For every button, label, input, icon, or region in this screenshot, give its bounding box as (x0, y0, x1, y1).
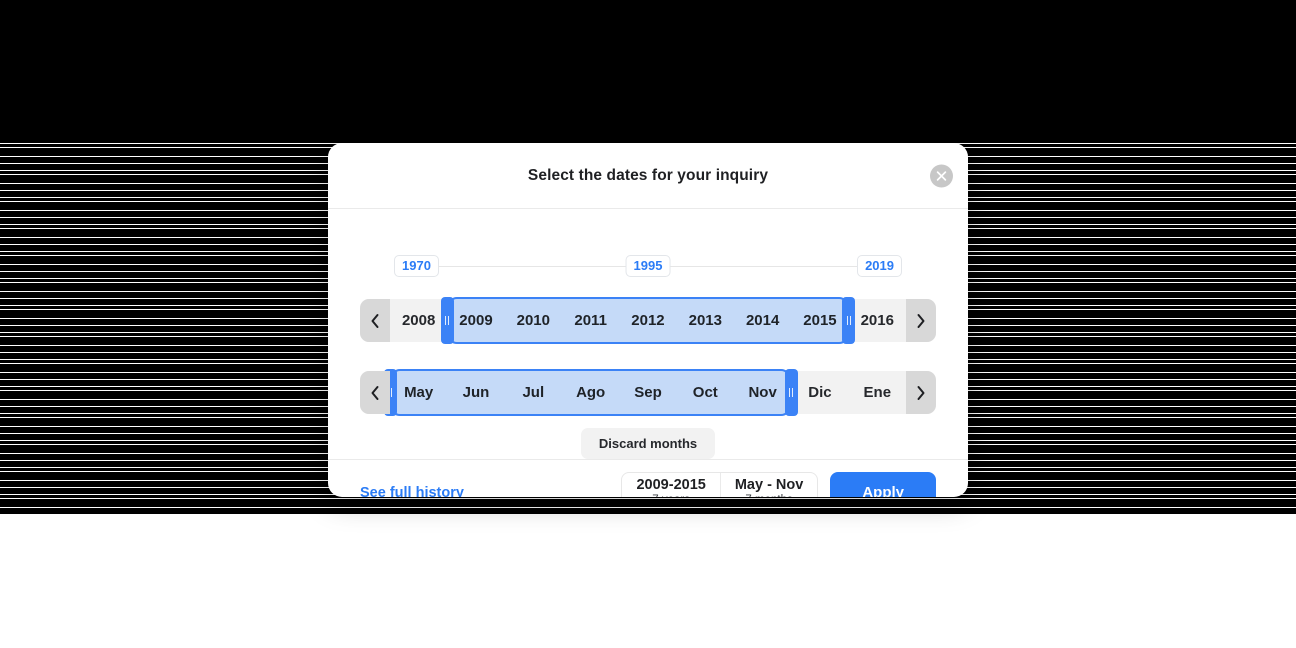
discard-months-row: Discard months (360, 428, 936, 459)
year-cell[interactable]: 2010 (505, 299, 562, 342)
close-icon (936, 170, 947, 181)
summary-months-range: May - Nov (734, 476, 804, 493)
page-title: Select the dates for your inquiry (527, 166, 769, 184)
year-cell[interactable]: 2009 (447, 299, 504, 342)
backdrop-top (0, 0, 1296, 143)
year-cell[interactable]: 2014 (734, 299, 791, 342)
month-slider: May Jun Jul Ago Sep Oct Nov Dic Ene (360, 369, 936, 416)
year-cell-list: 2008 2009 2010 2011 2012 2013 2014 2015 2016 (390, 297, 906, 344)
month-cell[interactable]: Dic (791, 371, 848, 414)
month-handle-end[interactable] (784, 369, 798, 416)
ruler-mark-min: 1970 (394, 255, 439, 277)
year-next-button[interactable] (906, 299, 936, 342)
dialog-footer: See full history 2009-2015 7 years May -… (328, 459, 968, 497)
month-cell[interactable]: Sep (619, 371, 676, 414)
ruler-mark-mid: 1995 (625, 255, 671, 277)
summary-months-count: 7 months (745, 493, 792, 497)
year-cell[interactable]: 2013 (677, 299, 734, 342)
year-slider: 2008 2009 2010 2011 2012 2013 2014 2015 2016 (360, 297, 936, 344)
chevron-left-icon (369, 385, 381, 401)
chevron-left-icon (369, 313, 381, 329)
month-cell[interactable]: Jul (505, 371, 562, 414)
summary-years: 2009-2015 7 years (622, 473, 719, 497)
ruler-mark-max: 2019 (857, 255, 902, 277)
month-cell[interactable]: Nov (734, 371, 791, 414)
month-cell[interactable]: Ago (562, 371, 619, 414)
year-cell[interactable]: 2008 (390, 299, 447, 342)
summary-months: May - Nov 7 months (719, 472, 818, 497)
month-prev-button[interactable] (360, 371, 390, 414)
year-handle-start[interactable] (440, 297, 454, 344)
month-cell[interactable]: Oct (677, 371, 734, 414)
backdrop-bottom (0, 515, 1296, 648)
selection-summary: 2009-2015 7 years May - Nov 7 months (621, 471, 819, 497)
dialog-header: Select the dates for your inquiry (328, 143, 968, 209)
date-range-dialog: Select the dates for your inquiry 1970 1… (328, 143, 968, 497)
chevron-right-icon (915, 385, 927, 401)
month-cell[interactable]: Ene (849, 371, 906, 414)
month-cell[interactable]: Jun (447, 371, 504, 414)
month-cell-list: May Jun Jul Ago Sep Oct Nov Dic Ene (383, 369, 906, 416)
screen: Select the dates for your inquiry 1970 1… (0, 0, 1296, 648)
year-cell[interactable]: 2011 (562, 299, 619, 342)
timeline-ruler: 1970 1995 2019 (360, 239, 936, 293)
year-cell[interactable]: 2012 (619, 299, 676, 342)
month-next-button[interactable] (906, 371, 936, 414)
year-cell[interactable]: 2016 (849, 299, 906, 342)
summary-years-range: 2009-2015 (636, 476, 706, 493)
year-handle-end[interactable] (842, 297, 856, 344)
apply-button[interactable]: Apply (830, 471, 936, 497)
summary-years-count: 7 years (652, 493, 690, 497)
year-prev-button[interactable] (360, 299, 390, 342)
month-cell[interactable]: May (390, 371, 447, 414)
see-full-history-link[interactable]: See full history (360, 485, 464, 498)
chevron-right-icon (915, 313, 927, 329)
discard-months-button[interactable]: Discard months (580, 428, 716, 459)
dialog-body: 1970 1995 2019 2008 2009 2010 2011 2012 2013 2… (328, 209, 968, 459)
year-cell[interactable]: 2015 (791, 299, 848, 342)
close-button[interactable] (930, 164, 953, 187)
